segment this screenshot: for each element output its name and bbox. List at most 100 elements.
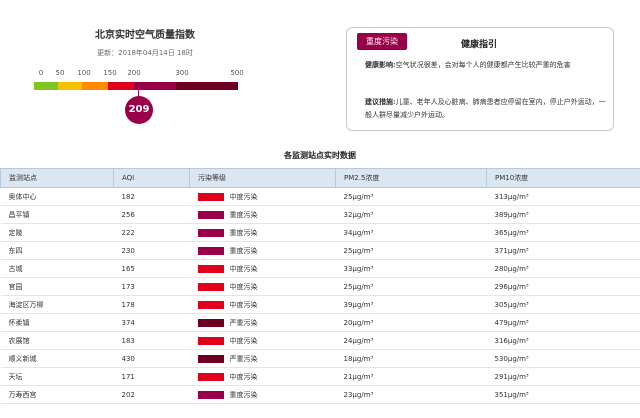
- scale-segment-good: [34, 82, 58, 90]
- level-color-swatch: [197, 282, 224, 291]
- aqi-cell: 202: [113, 385, 190, 404]
- station-cell: 农展馆: [0, 331, 114, 350]
- table-header-row: 监测站点 AQI 污染等级 PM2.5浓度 PM10浓度: [0, 168, 640, 188]
- level-cell: 中度污染: [189, 295, 336, 314]
- table-row: 怀柔镇 374 严重污染 20μg/m³ 479μg/m³: [0, 313, 640, 332]
- level-color-swatch: [197, 336, 224, 345]
- level-text: 重度污染: [229, 246, 258, 255]
- pm25-cell: 21μg/m³: [335, 367, 487, 386]
- aqi-cell: 222: [113, 223, 190, 242]
- level-color-swatch: [197, 300, 224, 309]
- aqi-cell: 256: [113, 205, 190, 224]
- pm10-cell: 479μg/m³: [486, 313, 640, 332]
- health-advice-text: 儿童、老年人及心脏病、肺病患者应停留在室内，停止户外运动，一般人群尽量减少户外运…: [365, 98, 606, 119]
- station-cell: 怀柔镇: [0, 313, 114, 332]
- scale-segment-severe: [176, 82, 238, 90]
- level-cell: 重度污染: [189, 223, 336, 242]
- aqi-title: 北京实时空气质量指数: [95, 30, 195, 41]
- level-color-swatch: [197, 228, 224, 237]
- pm10-cell: 316μg/m³: [486, 331, 640, 350]
- level-text: 中度污染: [229, 372, 258, 381]
- pm10-cell: 530μg/m³: [486, 349, 640, 368]
- level-cell: 重度污染: [189, 241, 336, 260]
- header-station: 监测站点: [0, 168, 114, 188]
- pollution-level-badge: 重度污染: [357, 33, 407, 50]
- level-color-swatch: [197, 318, 224, 327]
- level-cell: 中度污染: [189, 277, 336, 296]
- level-cell: 严重污染: [189, 313, 336, 332]
- header-pm25: PM2.5浓度: [335, 168, 487, 188]
- level-cell: 中度污染: [189, 331, 336, 350]
- scale-segment-light: [82, 82, 108, 90]
- scale-label-150: 150: [103, 69, 117, 77]
- level-color-swatch: [197, 372, 224, 381]
- table-row: 古城 165 中度污染 33μg/m³ 280μg/m³: [0, 259, 640, 278]
- health-advice-label: 建议措施:: [365, 97, 396, 106]
- level-color-swatch: [197, 390, 224, 399]
- pm25-cell: 25μg/m³: [335, 277, 487, 296]
- pm10-cell: 280μg/m³: [486, 259, 640, 278]
- level-text: 中度污染: [229, 282, 258, 291]
- station-cell: 天坛: [0, 367, 114, 386]
- header-level: 污染等级: [189, 168, 336, 188]
- level-text: 重度污染: [229, 390, 258, 399]
- level-text: 中度污染: [229, 264, 258, 273]
- level-text: 中度污染: [229, 192, 258, 201]
- table-row: 奥体中心 182 中度污染 25μg/m³ 313μg/m³: [0, 187, 640, 206]
- table-row: 万寿西宫 202 重度污染 23μg/m³ 351μg/m³: [0, 385, 640, 404]
- level-color-swatch: [197, 210, 224, 219]
- table-row: 昌平镇 256 重度污染 32μg/m³ 389μg/m³: [0, 205, 640, 224]
- pm25-cell: 32μg/m³: [335, 205, 487, 224]
- scale-segment-medium: [108, 82, 134, 90]
- level-text: 重度污染: [229, 210, 258, 219]
- pm10-cell: 296μg/m³: [486, 277, 640, 296]
- health-impact: 健康影响:空气状况很差，会对每个人的健康都产生比较严重的危害: [365, 58, 607, 72]
- level-cell: 严重污染: [189, 349, 336, 368]
- stations-table-title: 各监测站点实时数据: [284, 151, 356, 160]
- scale-segment-moderate: [58, 82, 82, 90]
- aqi-cell: 173: [113, 277, 190, 296]
- level-color-swatch: [197, 354, 224, 363]
- table-row: 官园 173 中度污染 25μg/m³ 296μg/m³: [0, 277, 640, 296]
- health-guide-title: 健康指引: [461, 40, 498, 50]
- pm10-cell: 371μg/m³: [486, 241, 640, 260]
- pm25-cell: 18μg/m³: [335, 349, 487, 368]
- station-cell: 东四: [0, 241, 114, 260]
- aqi-scale-bar: [34, 82, 238, 90]
- level-text: 中度污染: [229, 336, 258, 345]
- table-row: 东四 230 重度污染 25μg/m³ 371μg/m³: [0, 241, 640, 260]
- aqi-cell: 430: [113, 349, 190, 368]
- health-advice: 建议措施:儿童、老年人及心脏病、肺病患者应停留在室内，停止户外运动，一般人群尽量…: [365, 95, 607, 122]
- level-color-swatch: [197, 264, 224, 273]
- aqi-cell: 374: [113, 313, 190, 332]
- aqi-cell: 178: [113, 295, 190, 314]
- pm10-cell: 365μg/m³: [486, 223, 640, 242]
- health-impact-text: 空气状况很差，会对每个人的健康都产生比较严重的危害: [395, 61, 571, 69]
- station-cell: 海淀区万柳: [0, 295, 114, 314]
- pm10-cell: 313μg/m³: [486, 187, 640, 206]
- scale-label-50: 50: [55, 69, 65, 77]
- level-cell: 中度污染: [189, 367, 336, 386]
- pm10-cell: 389μg/m³: [486, 205, 640, 224]
- table-row: 农展馆 183 中度污染 24μg/m³ 316μg/m³: [0, 331, 640, 350]
- header-pm10: PM10浓度: [486, 168, 640, 188]
- scale-label-500: 500: [230, 69, 244, 77]
- pm25-cell: 23μg/m³: [335, 385, 487, 404]
- header-aqi: AQI: [113, 168, 190, 188]
- level-color-swatch: [197, 192, 224, 201]
- table-row: 海淀区万柳 178 中度污染 39μg/m³ 305μg/m³: [0, 295, 640, 314]
- level-text: 严重污染: [229, 354, 258, 363]
- station-cell: 官园: [0, 277, 114, 296]
- station-cell: 昌平镇: [0, 205, 114, 224]
- aqi-panel: 北京实时空气质量指数 更新：2018年04月14日 18时 0 50 100 1…: [0, 0, 290, 140]
- level-cell: 重度污染: [189, 385, 336, 404]
- aqi-cell: 183: [113, 331, 190, 350]
- update-time: 更新：2018年04月14日 18时: [97, 49, 193, 57]
- pm25-cell: 24μg/m³: [335, 331, 487, 350]
- level-color-swatch: [197, 246, 224, 255]
- scale-label-200: 200: [127, 69, 141, 77]
- pm25-cell: 39μg/m³: [335, 295, 487, 314]
- pm10-cell: 291μg/m³: [486, 367, 640, 386]
- station-cell: 万寿西宫: [0, 385, 114, 404]
- station-cell: 顺义新城: [0, 349, 114, 368]
